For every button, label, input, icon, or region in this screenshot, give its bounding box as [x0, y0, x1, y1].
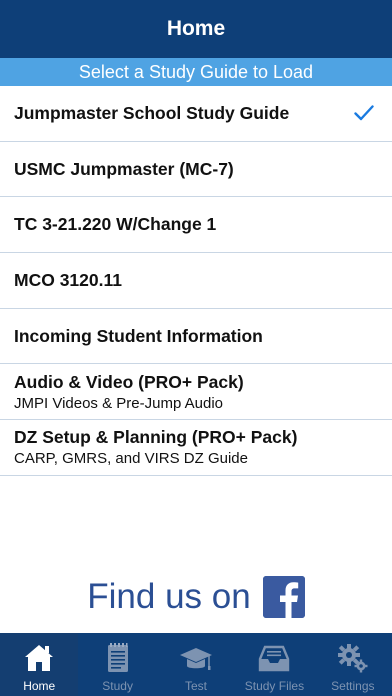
list-item-subtitle: JMPI Videos & Pre-Jump Audio	[14, 394, 223, 412]
list-item-usmc-jumpmaster[interactable]: USMC Jumpmaster (MC-7)	[0, 142, 392, 198]
tab-test[interactable]: Test	[157, 633, 235, 696]
list-item-label: Jumpmaster School Study Guide	[14, 102, 290, 123]
tab-label: Home	[23, 679, 56, 693]
list-item-jumpmaster-school[interactable]: Jumpmaster School Study Guide	[0, 86, 392, 142]
tab-label: Test	[185, 679, 208, 693]
graduation-cap-icon	[180, 648, 213, 670]
home-icon	[25, 645, 54, 671]
gears-icon	[337, 644, 368, 673]
list-item-subtitle: CARP, GMRS, and VIRS DZ Guide	[14, 450, 248, 468]
list-item-label: Audio & Video (PRO+ Pack)	[14, 371, 244, 392]
tab-bar: Home Study Test Study Files Settings	[0, 633, 392, 696]
list-item-label: DZ Setup & Planning (PRO+ Pack)	[14, 427, 298, 448]
list-item-mco-3120-11[interactable]: MCO 3120.11	[0, 253, 392, 309]
list-item-label: USMC Jumpmaster (MC-7)	[14, 158, 234, 179]
list-item-label: TC 3-21.220 W/Change 1	[14, 214, 217, 235]
page-title: Home	[166, 17, 226, 40]
tab-label: Settings	[331, 679, 375, 693]
tab-study[interactable]: Study	[78, 633, 156, 696]
list-item-label: MCO 3120.11	[14, 269, 122, 290]
facebook-text: Find us on	[87, 577, 251, 616]
tab-settings[interactable]: Settings	[314, 633, 392, 696]
study-guide-list: Jumpmaster School Study Guide USMC Jumpm…	[0, 86, 392, 476]
list-item-dz-setup[interactable]: DZ Setup & Planning (PRO+ Pack) CARP, GM…	[0, 420, 392, 476]
tab-study-files[interactable]: Study Files	[235, 633, 313, 696]
section-header: Select a Study Guide to Load	[0, 58, 392, 86]
tab-label: Study Files	[244, 679, 305, 693]
list-item-label: Incoming Student Information	[14, 325, 263, 346]
tab-label: Study	[102, 679, 133, 693]
nav-bar: Home	[0, 0, 392, 58]
facebook-banner[interactable]: Find us on	[0, 572, 392, 622]
list-item-audio-video[interactable]: Audio & Video (PRO+ Pack) JMPI Videos & …	[0, 364, 392, 421]
list-item-tc-3-21-220[interactable]: TC 3-21.220 W/Change 1	[0, 197, 392, 254]
tab-home[interactable]: Home	[0, 633, 79, 696]
facebook-icon	[262, 576, 305, 618]
inbox-tray-icon	[259, 645, 290, 672]
list-item-incoming-student[interactable]: Incoming Student Information	[0, 309, 392, 365]
notebook-icon	[107, 643, 128, 672]
checkmark-icon	[354, 105, 374, 121]
